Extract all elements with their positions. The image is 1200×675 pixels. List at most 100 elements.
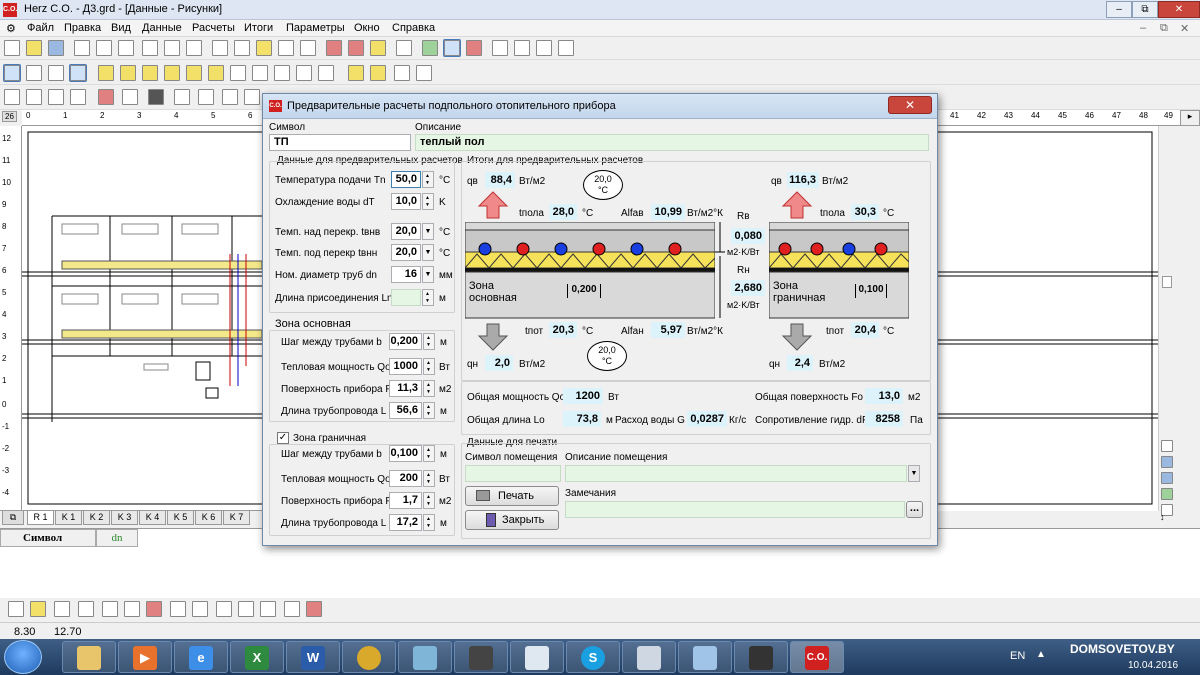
mdi-restore-button[interactable]: ⧉ bbox=[1160, 22, 1168, 35]
cooling-input[interactable]: 10,0 bbox=[391, 193, 421, 210]
house-icon[interactable] bbox=[326, 40, 342, 56]
taskbar-skype[interactable]: S bbox=[566, 641, 620, 673]
main-length-spinner[interactable] bbox=[423, 402, 435, 419]
tool-i-icon[interactable] bbox=[192, 601, 208, 617]
taskbar-calculator[interactable] bbox=[622, 641, 676, 673]
hand-icon[interactable] bbox=[26, 65, 42, 81]
zoom-out-icon[interactable] bbox=[48, 89, 64, 105]
description-input[interactable]: теплый пол bbox=[415, 134, 929, 151]
taskbar-word[interactable]: W bbox=[286, 641, 340, 673]
tab-k5[interactable]: K 5 bbox=[167, 511, 194, 525]
taskbar-explorer[interactable] bbox=[62, 641, 116, 673]
valve-icon[interactable] bbox=[536, 40, 552, 56]
tool-stop-icon[interactable] bbox=[306, 601, 322, 617]
100m-icon[interactable] bbox=[416, 65, 432, 81]
pipes-icon[interactable] bbox=[370, 40, 386, 56]
settings-icon[interactable] bbox=[514, 40, 530, 56]
meter-icon[interactable] bbox=[198, 89, 214, 105]
element-5-icon[interactable] bbox=[186, 65, 202, 81]
pipe-line-icon[interactable] bbox=[230, 65, 246, 81]
tool-k-icon[interactable] bbox=[238, 601, 254, 617]
main-area-spinner[interactable] bbox=[423, 380, 435, 397]
temp-below-input[interactable]: 20,0 bbox=[391, 244, 421, 261]
eraser-icon[interactable] bbox=[70, 89, 86, 105]
connection-length-input[interactable] bbox=[391, 289, 421, 306]
pipe-diameter-dropdown[interactable]: ▼ bbox=[422, 266, 434, 283]
taskbar-ie[interactable]: e bbox=[174, 641, 228, 673]
menu-file[interactable]: Файл bbox=[27, 22, 54, 34]
report-icon[interactable] bbox=[186, 40, 202, 56]
resize-arrows-icon[interactable]: ↕ bbox=[1160, 512, 1174, 524]
element-4-icon[interactable] bbox=[164, 65, 180, 81]
menu-help[interactable]: Справка bbox=[392, 22, 435, 34]
main-spacing-spinner[interactable] bbox=[423, 333, 435, 350]
mdi-minimize-button[interactable]: ‒ bbox=[1140, 22, 1146, 34]
lang-indicator[interactable]: EN bbox=[1010, 650, 1025, 662]
undo-icon[interactable] bbox=[278, 40, 294, 56]
fill-tool-icon[interactable] bbox=[148, 89, 164, 105]
main-power-spinner[interactable] bbox=[423, 358, 435, 375]
tab-k3[interactable]: K 3 bbox=[111, 511, 138, 525]
supply-temp-input[interactable]: 50,0 bbox=[391, 171, 421, 188]
tab-k4[interactable]: K 4 bbox=[139, 511, 166, 525]
layer-2-icon[interactable] bbox=[1161, 456, 1173, 468]
edge-power-spinner[interactable] bbox=[423, 470, 435, 487]
room-symbol-input[interactable] bbox=[465, 465, 561, 482]
taskbar-app-b[interactable] bbox=[510, 641, 564, 673]
tool-100m-icon[interactable] bbox=[102, 601, 118, 617]
tool-text-icon[interactable] bbox=[284, 601, 300, 617]
edge-spacing-input[interactable]: 0,100 bbox=[389, 445, 422, 462]
start-button[interactable] bbox=[4, 640, 42, 674]
menu-window[interactable]: Окно bbox=[354, 22, 380, 34]
tab-k1[interactable]: K 1 bbox=[55, 511, 82, 525]
notes-input[interactable] bbox=[565, 501, 905, 518]
device-alt-icon[interactable] bbox=[244, 89, 260, 105]
number-1-icon[interactable] bbox=[296, 65, 312, 81]
pointer-icon[interactable] bbox=[69, 64, 87, 82]
menu-totals[interactable]: Итоги bbox=[244, 22, 273, 34]
tool-g-icon[interactable] bbox=[146, 601, 162, 617]
taskbar-search[interactable] bbox=[678, 641, 732, 673]
app-menu-icon[interactable]: ⚙ bbox=[6, 22, 16, 35]
number-2-icon[interactable] bbox=[318, 65, 334, 81]
edit-tool-icon[interactable] bbox=[4, 89, 20, 105]
symbol-input[interactable]: ТП bbox=[269, 134, 411, 151]
pipe-double-icon[interactable] bbox=[252, 65, 268, 81]
element-6-icon[interactable] bbox=[208, 65, 224, 81]
line-style-icon[interactable] bbox=[98, 89, 114, 105]
temp-above-dropdown[interactable]: ▼ bbox=[422, 223, 434, 240]
zoom-icon[interactable] bbox=[48, 65, 64, 81]
edge-length-input[interactable]: 17,2 bbox=[389, 514, 422, 531]
gp-icon[interactable] bbox=[274, 65, 290, 81]
main-spacing-input[interactable]: 0,200 bbox=[389, 333, 422, 350]
draw-mode-icon[interactable] bbox=[3, 64, 21, 82]
menu-data[interactable]: Данные bbox=[142, 22, 182, 34]
grid-header-symbol[interactable]: Символ bbox=[0, 529, 96, 547]
scroll-thumb[interactable] bbox=[1162, 276, 1172, 288]
floor-heating-icon[interactable] bbox=[443, 39, 461, 57]
boiler-icon[interactable] bbox=[174, 89, 190, 105]
menu-calc[interactable]: Расчеты bbox=[192, 22, 235, 34]
stop-icon[interactable] bbox=[466, 40, 482, 56]
tool-gp-icon[interactable] bbox=[54, 601, 70, 617]
print-button[interactable]: Печать bbox=[465, 486, 559, 506]
paste-icon[interactable] bbox=[256, 40, 272, 56]
taskbar-excel[interactable]: X bbox=[230, 641, 284, 673]
tool-f-icon[interactable] bbox=[124, 601, 140, 617]
taskbar-media[interactable]: ▶ bbox=[118, 641, 172, 673]
edit-data-icon[interactable] bbox=[348, 65, 364, 81]
print-icon[interactable] bbox=[118, 40, 134, 56]
taskbar-camera[interactable] bbox=[454, 641, 508, 673]
close-dialog-button[interactable]: Закрыть bbox=[465, 510, 559, 530]
find-icon[interactable] bbox=[300, 40, 316, 56]
dialog-close-button[interactable]: ✕ bbox=[888, 96, 932, 114]
element-3-icon[interactable] bbox=[142, 65, 158, 81]
taskbar-chrome[interactable] bbox=[342, 641, 396, 673]
minimize-button[interactable]: ‒ bbox=[1106, 1, 1132, 18]
tab-k7[interactable]: K 7 bbox=[223, 511, 250, 525]
edge-length-spinner[interactable] bbox=[423, 514, 435, 531]
temp-above-input[interactable]: 20,0 bbox=[391, 223, 421, 240]
taskbar-herz[interactable]: C.O. bbox=[790, 641, 844, 673]
odb-icon[interactable] bbox=[394, 65, 410, 81]
new-file-icon[interactable] bbox=[4, 40, 20, 56]
